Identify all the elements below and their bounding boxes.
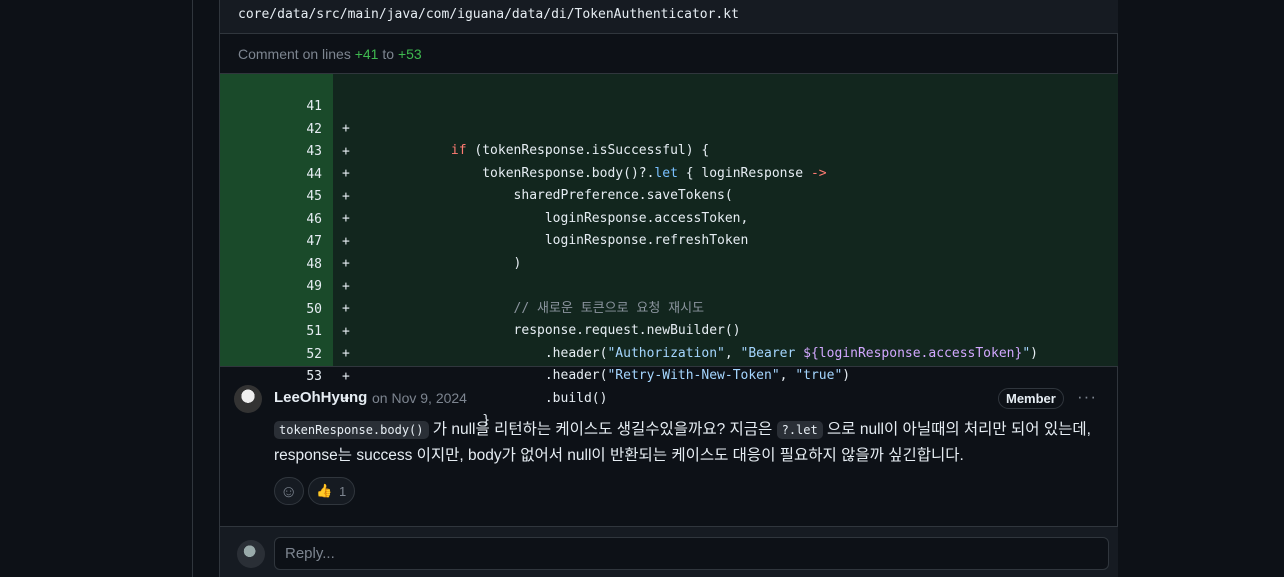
diff-line: 45 + loginResponse.refreshToken <box>220 164 1118 248</box>
more-options-icon[interactable]: ··· <box>1077 387 1097 407</box>
diff-line: 42 + tokenResponse.body()?.let { loginRe… <box>220 97 1118 181</box>
diff-line: 41 + if (tokenResponse.isSuccessful) { <box>220 74 1118 158</box>
reply-input[interactable]: Reply... <box>274 537 1109 570</box>
file-path[interactable]: core/data/src/main/java/com/iguana/data/… <box>238 7 739 22</box>
left-rail-divider <box>192 0 193 577</box>
thumbs-up-icon: 👍 <box>316 483 333 498</box>
comment-line-range: Comment on lines +41 to +53 <box>238 46 422 62</box>
avatar[interactable] <box>234 385 262 413</box>
diff-line: 53 + } <box>220 344 1118 428</box>
diff-hunk: 41 + if (tokenResponse.isSuccessful) { 4… <box>220 73 1118 428</box>
diff-line: 44 + loginResponse.accessToken, <box>220 142 1118 226</box>
comment-author[interactable]: LeeOhHyung <box>274 389 367 406</box>
diff-line: 52 + .build() <box>220 322 1118 406</box>
diff-line: 46 + ) <box>220 187 1118 271</box>
thumbs-up-reaction[interactable]: 👍 1 <box>308 477 355 505</box>
inline-code: ?.let <box>776 421 823 439</box>
smiley-icon: ☺ <box>280 482 298 501</box>
comment-date[interactable]: on Nov 9, 2024 <box>372 390 467 406</box>
reaction-count: 1 <box>339 484 347 499</box>
member-badge: Member <box>998 388 1064 409</box>
diff-line: 50 + .header("Authorization", "Bearer ${… <box>220 277 1118 361</box>
diff-line: 43 + sharedPreference.saveTokens( <box>220 119 1118 203</box>
inline-code: tokenResponse.body() <box>274 421 429 439</box>
comment-body: tokenResponse.body() 가 null을 리턴하는 케이스도 생… <box>274 421 1091 464</box>
reply-section: Reply... <box>220 526 1118 577</box>
review-comment-panel: core/data/src/main/java/com/iguana/data/… <box>219 0 1118 577</box>
review-comment: LeeOhHyung on Nov 9, 2024 Member ··· tok… <box>220 367 1118 527</box>
add-reaction-button[interactable]: ☺ <box>274 477 304 505</box>
diff-line: 48 + // 새로운 토큰으로 요청 재시도 <box>220 232 1118 316</box>
avatar <box>237 540 265 568</box>
diff-line: 47 + <box>220 209 1118 271</box>
diff-line: 51 + .header("Retry-With-New-Token", "tr… <box>220 299 1118 383</box>
file-path-header: core/data/src/main/java/com/iguana/data/… <box>220 0 1118 34</box>
diff-line: 49 + response.request.newBuilder() <box>220 254 1118 338</box>
